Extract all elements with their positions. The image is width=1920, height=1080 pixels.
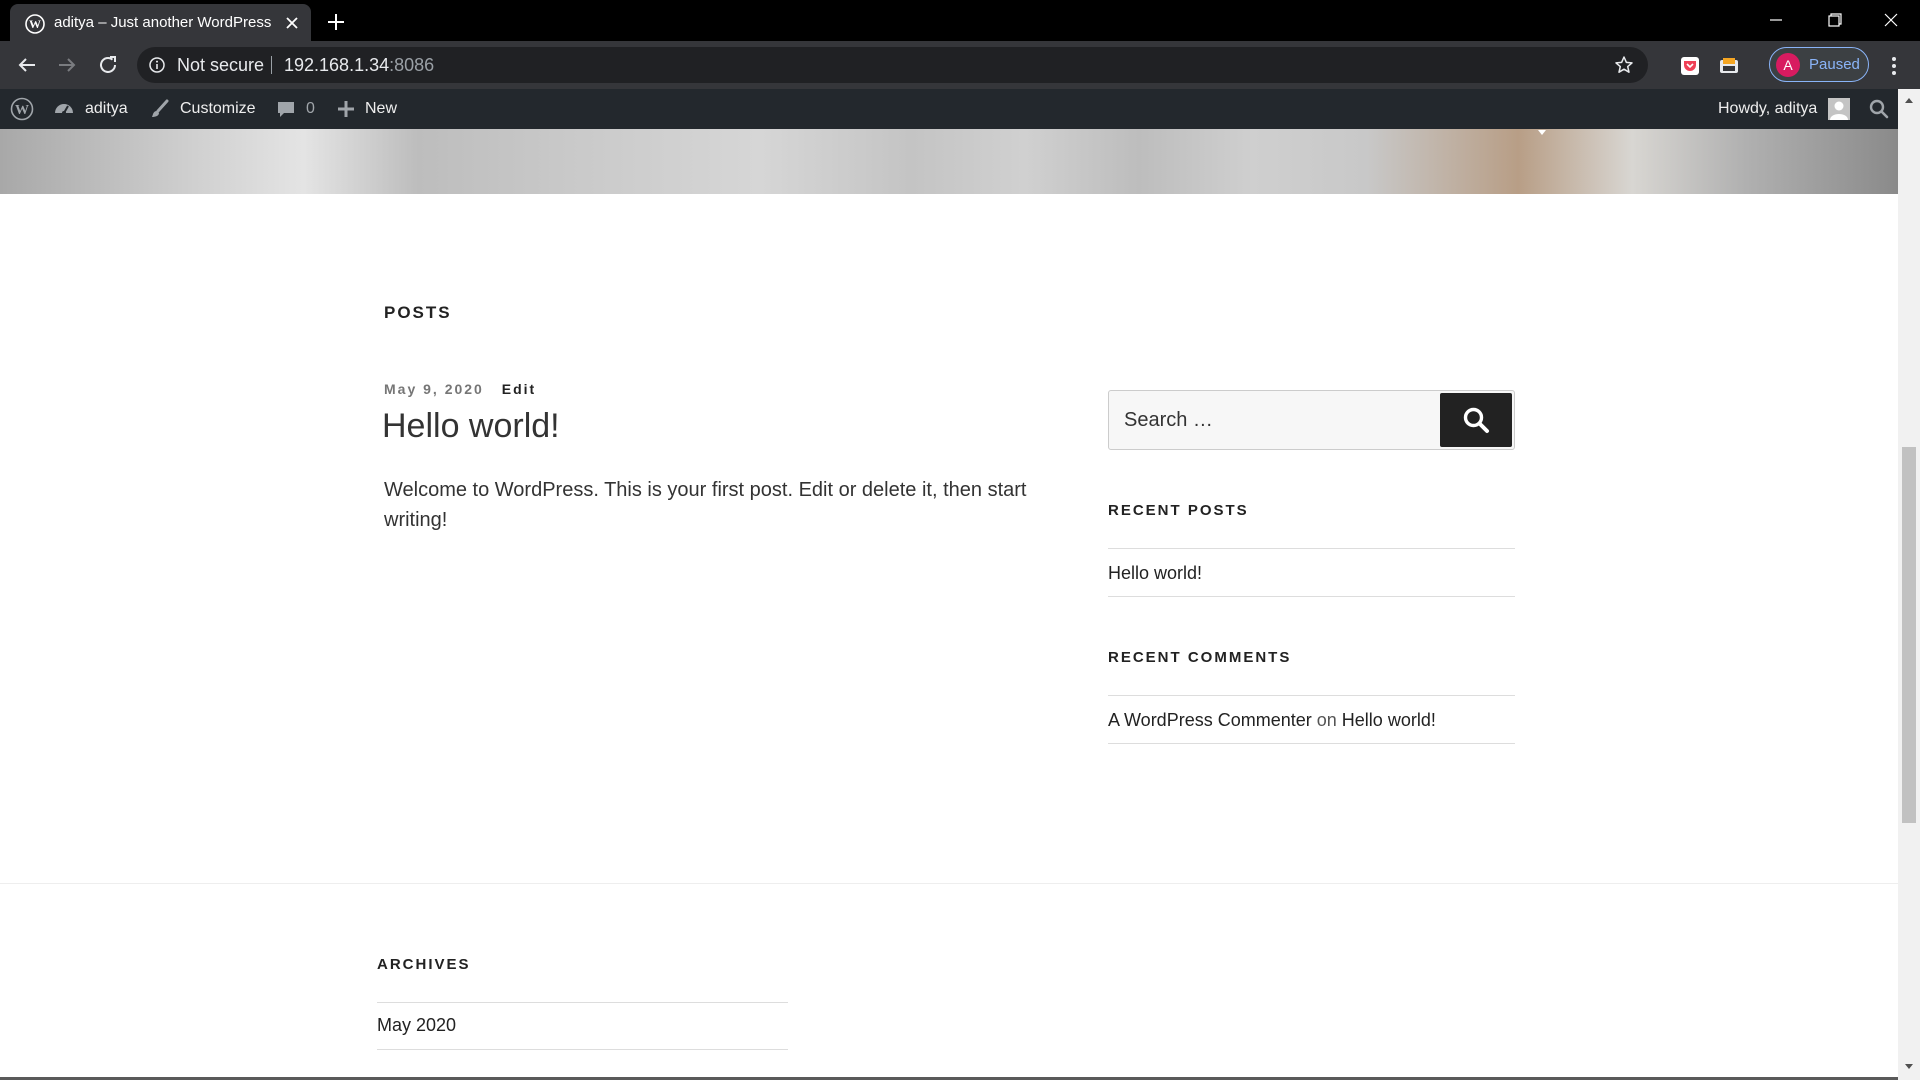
recent-posts-title: Recent Posts — [1108, 502, 1249, 519]
scroll-down-arrow-icon[interactable] — [1904, 1063, 1914, 1071]
scroll-down-arrow-icon[interactable] — [1537, 129, 1547, 137]
comment-connector: on — [1316, 710, 1337, 730]
profile-avatar: A — [1776, 53, 1800, 77]
info-icon[interactable] — [149, 57, 165, 73]
profile-status: Paused — [1809, 56, 1860, 73]
divider — [1108, 596, 1515, 597]
pocket-extension-icon[interactable] — [1679, 55, 1701, 77]
wordpress-logo-icon[interactable]: W — [10, 97, 34, 121]
recent-comment-item: A WordPress Commenter on Hello world! — [1108, 707, 1436, 733]
divider — [1108, 548, 1515, 549]
tab-title: aditya – Just another WordPress site — [54, 14, 274, 31]
paintbrush-icon — [152, 99, 169, 117]
search-icon[interactable] — [1868, 98, 1890, 120]
wordpress-favicon-icon: W — [25, 14, 45, 34]
post-edit-link[interactable]: Edit — [502, 381, 536, 397]
recent-post-link[interactable]: Hello world! — [1108, 560, 1202, 586]
header-image — [0, 129, 1898, 194]
adminbar-my-account[interactable]: Howdy, aditya — [1718, 89, 1850, 129]
svg-text:W: W — [29, 17, 41, 31]
adminbar-customize[interactable]: Customize — [149, 89, 256, 129]
site-name-label: aditya — [85, 100, 128, 117]
search-button[interactable] — [1440, 393, 1512, 447]
post-title-link[interactable]: Hello world! — [382, 404, 560, 448]
divider — [1108, 695, 1515, 696]
back-arrow-icon[interactable] — [15, 53, 39, 77]
search-icon — [1463, 407, 1489, 433]
customize-label: Customize — [180, 100, 256, 117]
recent-comments-title: Recent Comments — [1108, 649, 1292, 666]
extension-icon[interactable] — [1718, 55, 1740, 77]
search-form — [1108, 390, 1515, 450]
post-excerpt: Welcome to WordPress. This is your first… — [384, 479, 1027, 531]
comment-bubble-icon — [278, 102, 294, 117]
security-status-label[interactable]: Not secure — [177, 47, 264, 83]
forward-arrow-icon[interactable] — [55, 53, 79, 77]
divider — [377, 1049, 788, 1050]
profile-button[interactable]: A Paused — [1769, 47, 1869, 82]
close-window-icon[interactable] — [1876, 7, 1906, 33]
scroll-up-arrow-icon[interactable] — [1904, 96, 1914, 104]
browser-toolbar: Not secure 192.168.1.34:8086 A Paused — [0, 41, 1920, 89]
adminbar-site-name[interactable]: aditya — [53, 89, 128, 129]
browser-tab-strip: W aditya – Just another WordPress site — [0, 0, 1920, 41]
post-date-link[interactable]: May 9, 2020 — [384, 381, 484, 397]
plus-icon — [338, 101, 354, 117]
page-scrollbar[interactable] — [1898, 89, 1920, 1080]
footer-divider — [0, 883, 1898, 884]
url-host: 192.168.1.34 — [284, 55, 390, 75]
wp-admin-bar: W aditya Customize 0 New Howdy, aditya — [0, 89, 1898, 129]
new-tab-icon[interactable] — [324, 10, 348, 34]
post-meta: May 9, 2020 Edit — [384, 381, 536, 397]
archives-title: Archives — [377, 956, 471, 973]
close-tab-icon[interactable] — [283, 14, 301, 32]
user-avatar-icon — [1828, 98, 1850, 120]
posts-heading: Posts — [384, 303, 452, 322]
divider — [1108, 743, 1515, 744]
comment-post-link[interactable]: Hello world! — [1342, 710, 1436, 730]
adminbar-comments[interactable]: 0 — [276, 89, 315, 129]
scrollbar-thumb[interactable] — [1902, 447, 1916, 823]
dashboard-icon — [55, 104, 73, 115]
minimize-icon[interactable] — [1761, 7, 1791, 33]
new-label: New — [365, 100, 398, 117]
adminbar-new[interactable]: New — [336, 89, 397, 129]
comment-author-link[interactable]: A WordPress Commenter — [1108, 710, 1312, 730]
archive-link[interactable]: May 2020 — [377, 1012, 456, 1038]
browser-menu-icon[interactable] — [1884, 54, 1904, 78]
comments-count: 0 — [306, 100, 315, 117]
howdy-greeting: Howdy, aditya — [1718, 100, 1818, 117]
svg-text:W: W — [15, 103, 29, 118]
browser-tab[interactable]: W aditya – Just another WordPress site — [10, 4, 311, 41]
divider — [377, 1002, 788, 1003]
address-separator — [271, 56, 272, 74]
reload-icon[interactable] — [96, 53, 120, 77]
url-text[interactable]: 192.168.1.34:8086 — [284, 47, 434, 83]
restore-icon[interactable] — [1819, 7, 1849, 33]
address-bar[interactable]: Not secure 192.168.1.34:8086 — [137, 47, 1648, 83]
bookmark-star-icon[interactable] — [1614, 55, 1634, 75]
url-port: :8086 — [389, 55, 435, 75]
